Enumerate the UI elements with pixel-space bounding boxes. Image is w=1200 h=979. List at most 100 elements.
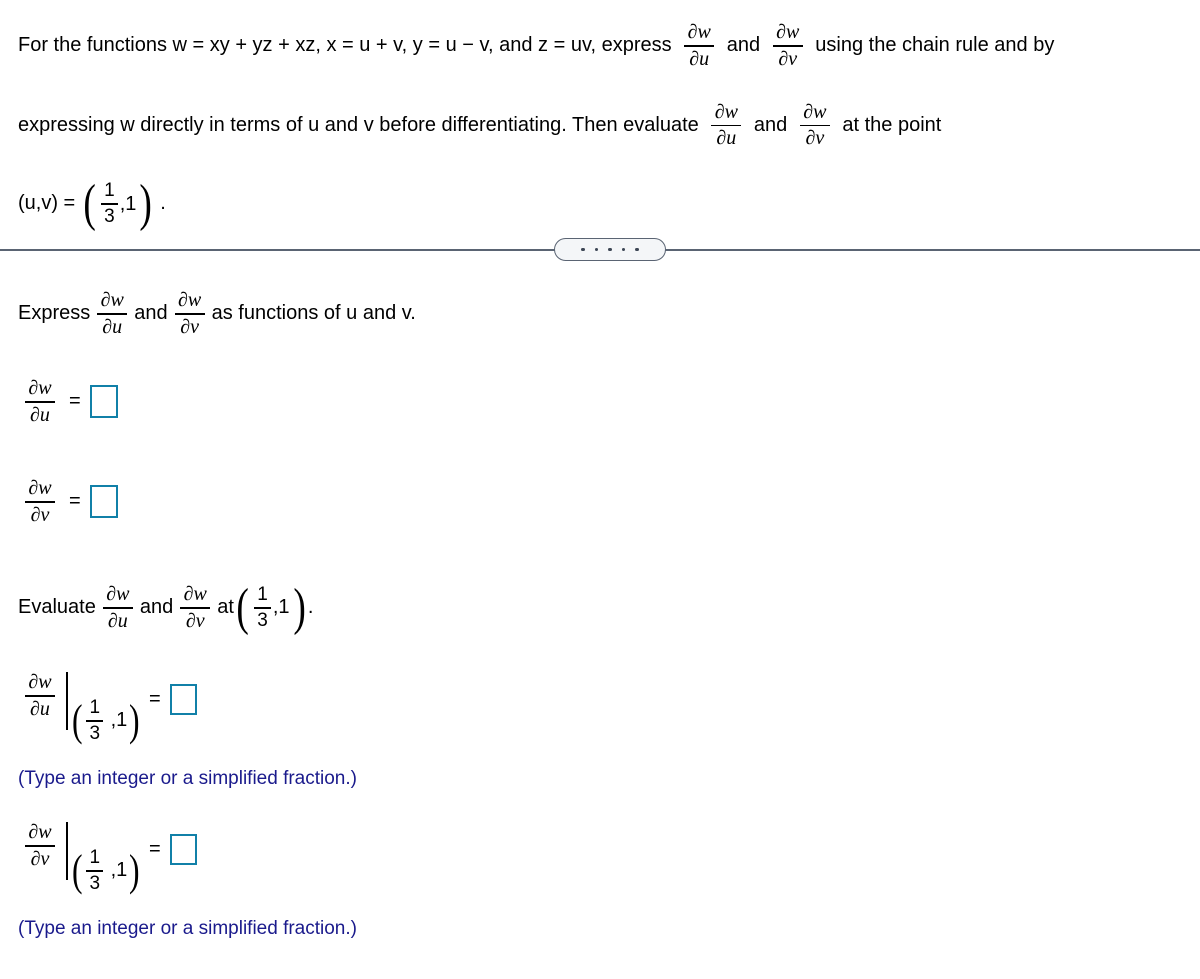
ellipsis-dot-icon <box>594 247 599 252</box>
fraction-bar <box>684 45 715 47</box>
fraction-numerator: ∂w <box>100 289 124 311</box>
problem-line-2: expressing w directly in terms of u and … <box>18 100 1186 150</box>
ellipsis-dot-icon <box>635 247 639 252</box>
problem-line-2-text-b: at the point <box>842 113 942 136</box>
fraction-denominator: ∂v <box>805 127 825 150</box>
evaluation-point: ( 1 3 ,1 ) <box>234 578 308 636</box>
fraction-numerator: ∂w <box>687 21 711 43</box>
evaluated-row-partial-w-partial-u: ∂w ∂u ( 1 3 ,1 ) = (Type an integer or a… <box>18 672 357 790</box>
ellipsis-dot-icon <box>581 247 585 252</box>
problem-line-3: (u,v) = ( 1 3 ,1 ) . <box>18 174 1186 232</box>
input-format-note: (Type an integer or a simplified fractio… <box>18 768 357 789</box>
problem-line-1-text-a: For the functions w = xy + yz + xz, x = … <box>18 34 672 57</box>
divider-expand-handle[interactable] <box>554 238 666 261</box>
fraction-bar <box>86 719 104 722</box>
fraction-denominator: ∂u <box>102 315 123 338</box>
fraction-numerator: ∂w <box>28 377 52 399</box>
equals-sign: = <box>69 490 81 513</box>
answer-input-evaluated-partial-w-partial-v[interactable] <box>169 834 197 865</box>
paren-open: ( <box>71 846 83 896</box>
fraction-denominator: ∂v <box>185 609 205 632</box>
fraction-bar <box>102 607 133 609</box>
partial-w-partial-v-fraction: ∂w ∂v <box>174 289 205 338</box>
equals-sign: = <box>69 390 81 413</box>
paren-close: ) <box>129 696 140 746</box>
fraction-numerator: ∂w <box>183 583 207 605</box>
fraction-numerator: 1 <box>257 584 268 606</box>
fraction-bar <box>180 607 211 609</box>
partial-w-partial-u-fraction: ∂w ∂u <box>25 672 55 720</box>
fraction-bar <box>711 124 742 127</box>
fraction-numerator: ∂w <box>106 583 130 605</box>
evaluate-at-text: at <box>217 596 234 619</box>
fraction-denominator: ∂u <box>107 609 128 632</box>
express-prompt: Express ∂w ∂u and ∂w ∂v as functions of … <box>18 290 416 338</box>
fraction-bar <box>97 313 128 315</box>
partial-w-partial-v-fraction: ∂w ∂v <box>25 822 55 870</box>
fraction-bar <box>25 501 55 503</box>
fraction-denominator: 3 <box>104 205 115 227</box>
partial-w-partial-v-fraction: ∂w ∂v <box>180 583 211 632</box>
one-third-fraction: 1 3 <box>254 585 271 630</box>
paren-close: ) <box>129 846 140 896</box>
problem-line-2-and: and <box>753 113 788 136</box>
evaluation-point-subscript: ( 1 3 ,1 ) <box>70 848 142 893</box>
problem-line-1-text-b: using the chain rule and by <box>815 34 1055 57</box>
paren-close: ) <box>139 174 153 232</box>
uv-point-label: (u,v) = <box>18 192 76 215</box>
partial-w-partial-u-fraction: ∂w ∂u <box>102 583 133 632</box>
fraction-bar <box>25 401 55 403</box>
evaluate-lead-text: Evaluate <box>18 596 96 619</box>
evaluation-point-subscript: ( 1 3 ,1 ) <box>70 698 142 743</box>
fraction-denominator: ∂u <box>30 697 50 720</box>
answer-input-partial-w-partial-v[interactable] <box>89 485 118 519</box>
partial-w-partial-u-fraction: ∂w ∂u <box>25 378 55 426</box>
sentence-period: . <box>307 596 314 619</box>
one-third-fraction: 1 3 <box>101 181 118 226</box>
fraction-numerator: 1 <box>89 697 101 718</box>
sentence-period: . <box>160 192 166 215</box>
partial-w-partial-u-fraction: ∂w ∂u <box>711 101 742 150</box>
point-second-coordinate: ,1 <box>110 859 128 882</box>
evaluate-prompt: Evaluate ∂w ∂u and ∂w ∂v at ( 1 3 ,1 ) . <box>18 578 314 636</box>
fraction-bar <box>101 203 118 205</box>
fraction-bar <box>25 695 55 697</box>
fraction-numerator: 1 <box>104 180 115 202</box>
problem-line-1: For the functions w = xy + yz + xz, x = … <box>18 22 1186 70</box>
fraction-bar <box>772 45 803 47</box>
problem-line-2-text-a: expressing w directly in terms of u and … <box>18 113 699 136</box>
section-divider <box>0 233 1200 267</box>
equals-sign: = <box>148 838 161 860</box>
paren-close: ) <box>292 578 306 636</box>
uv-point-value: ( 1 3 ,1 ) <box>81 174 155 232</box>
paren-open: ( <box>71 696 83 746</box>
point-second-coordinate: ,1 <box>272 596 290 619</box>
fraction-denominator: ∂u <box>716 127 737 150</box>
partial-w-partial-v-fraction: ∂w ∂v <box>25 478 55 526</box>
partial-w-partial-v-fraction: ∂w ∂v <box>772 22 803 70</box>
problem-line-1-and: and <box>726 34 761 57</box>
fraction-numerator: ∂w <box>803 100 827 123</box>
input-format-note: (Type an integer or a simplified fractio… <box>18 918 357 939</box>
one-third-fraction: 1 3 <box>86 697 104 743</box>
evaluate-and-text: and <box>139 596 174 619</box>
fraction-bar <box>174 313 205 315</box>
evaluation-bar <box>66 822 68 880</box>
evaluation-bar <box>66 672 68 730</box>
paren-open: ( <box>236 578 249 636</box>
fraction-denominator: ∂u <box>30 403 50 426</box>
answer-input-evaluated-partial-w-partial-u[interactable] <box>169 684 197 715</box>
express-and-text: and <box>134 302 168 325</box>
partial-w-partial-u-fraction: ∂w ∂u <box>684 21 715 70</box>
point-second-coordinate: ,1 <box>110 709 128 732</box>
point-second-coordinate: ,1 <box>119 192 137 215</box>
one-third-fraction: 1 3 <box>86 848 104 894</box>
answer-row-partial-w-partial-u: ∂w ∂u = <box>18 378 120 426</box>
fraction-denominator: ∂v <box>180 315 199 338</box>
fraction-bar <box>799 124 830 127</box>
answer-input-partial-w-partial-u[interactable] <box>89 385 118 419</box>
fraction-denominator: 3 <box>89 872 101 894</box>
equals-sign: = <box>148 688 161 710</box>
fraction-numerator: ∂w <box>178 289 202 311</box>
paren-open: ( <box>83 174 96 232</box>
